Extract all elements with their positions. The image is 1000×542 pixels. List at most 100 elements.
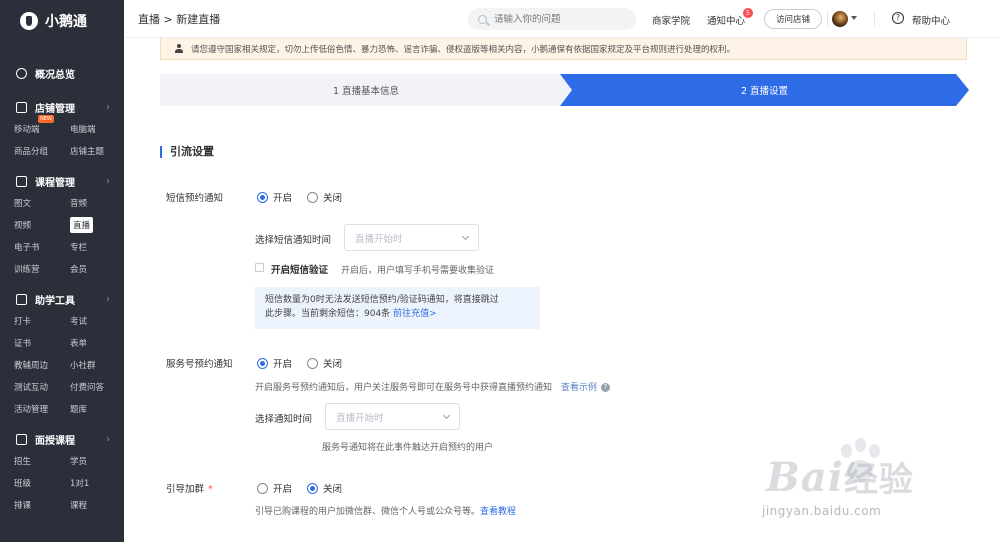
group-guide-off-radio[interactable]: 关闭 xyxy=(307,481,342,495)
watermark-url: jingyan.baidu.com xyxy=(762,504,882,518)
sidebar-group-course[interactable]: 课程管理 › xyxy=(0,170,124,192)
chevron-down-icon xyxy=(442,411,451,420)
sms-info-box: 短信数量为0时无法发送短信预约/验证码通知，将直接跳过 此步骤。当前剩余短信：9… xyxy=(255,287,540,329)
required-mark: * xyxy=(208,484,213,495)
tools-icon xyxy=(16,293,27,305)
divider xyxy=(827,12,828,26)
sidebar-item-quiz[interactable]: 测试互动 xyxy=(14,376,70,398)
dashboard-icon xyxy=(16,67,27,79)
merchant-academy-link[interactable]: 商家学院 xyxy=(652,13,690,27)
sidebar-item-overview[interactable]: 概况总览 xyxy=(0,62,124,84)
sidebar-item-lessons[interactable]: 课程 xyxy=(70,494,124,516)
chevron-right-icon: › xyxy=(106,433,110,445)
avatar[interactable] xyxy=(832,11,848,27)
sidebar-group-store[interactable]: 店铺管理 › xyxy=(0,96,124,118)
radio-checked-icon xyxy=(257,191,268,203)
sidebar-item-certificate[interactable]: 证书 xyxy=(14,332,70,354)
sidebar-item-activity[interactable]: 活动管理 xyxy=(14,398,70,420)
sms-notice-off-radio[interactable]: 关闭 xyxy=(307,190,342,204)
search-icon xyxy=(478,14,487,24)
service-time-select[interactable]: 直播开始时 xyxy=(325,403,460,430)
sidebar-item-enroll[interactable]: 招生 xyxy=(14,450,70,472)
radio-unchecked-icon xyxy=(257,482,268,494)
question-icon[interactable]: ? xyxy=(600,383,610,392)
chevron-down-icon xyxy=(461,232,470,241)
sms-time-label: 选择短信通知时间 xyxy=(255,235,332,246)
sms-time-select[interactable]: 直播开始时 xyxy=(344,224,479,251)
sidebar-item-community[interactable]: 小社群 xyxy=(70,354,124,376)
sidebar-item-question-bank[interactable]: 题库 xyxy=(70,398,124,420)
service-notice-on-radio[interactable]: 开启 xyxy=(257,356,292,370)
sms-verify-label: 开启短信验证 xyxy=(271,265,329,276)
help-icon[interactable]: ? xyxy=(892,12,904,24)
sidebar-group-label: 助学工具 xyxy=(35,295,75,307)
sidebar-item-article[interactable]: 图文 xyxy=(14,192,70,214)
help-center-link[interactable]: 帮助中心 xyxy=(912,13,950,27)
chevron-right-icon: › xyxy=(106,175,110,187)
sidebar-item-pc[interactable]: 电脑端 xyxy=(70,118,124,140)
sms-verify-checkbox[interactable] xyxy=(255,263,264,272)
sidebar-item-ebook[interactable]: 电子书 xyxy=(14,236,70,258)
sms-verify-desc: 开启后，用户填写手机号需要收集验证 xyxy=(341,266,495,276)
sidebar-item-member[interactable]: 会员 xyxy=(70,258,124,280)
group-guide-on-radio[interactable]: 开启 xyxy=(257,481,292,495)
classroom-icon xyxy=(16,433,27,445)
sidebar-item-paid-qa[interactable]: 付费问答 xyxy=(70,376,124,398)
app-logo[interactable]: 小鹅通 xyxy=(0,0,124,42)
sidebar: 小鹅通 概况总览 店铺管理 › 移动端 NEW 电脑端 商品分组 店铺主题 课程管… xyxy=(0,0,124,542)
sidebar-item-merch[interactable]: 教辅周边 xyxy=(14,354,70,376)
sidebar-item-one-on-one[interactable]: 1对1 xyxy=(70,472,124,494)
sidebar-item-form[interactable]: 表单 xyxy=(70,332,124,354)
sidebar-item-store-theme[interactable]: 店铺主题 xyxy=(70,140,124,162)
sidebar-item-schedule[interactable]: 排课 xyxy=(14,494,70,516)
radio-unchecked-icon xyxy=(307,191,318,203)
baidu-watermark: Bai经验 jingyan.baidu.com xyxy=(760,432,960,522)
search-input[interactable] xyxy=(494,13,624,25)
sidebar-item-live[interactable]: 直播 xyxy=(70,214,124,236)
sidebar-item-camp[interactable]: 训练营 xyxy=(14,258,70,280)
service-notice-label: 服务号预约通知 xyxy=(166,359,233,370)
visit-store-button[interactable]: 访问店铺 xyxy=(764,9,822,29)
sidebar-item-class[interactable]: 班级 xyxy=(14,472,70,494)
sidebar-group-label: 面授课程 xyxy=(35,435,75,447)
sidebar-item-audio[interactable]: 音频 xyxy=(70,192,124,214)
service-time-label: 选择通知时间 xyxy=(255,414,313,425)
service-notice-off-radio[interactable]: 关闭 xyxy=(307,356,342,370)
sidebar-item-column[interactable]: 专栏 xyxy=(70,236,124,258)
view-example-link[interactable]: 查看示例 xyxy=(561,383,597,393)
sms-notice-on-radio[interactable]: 开启 xyxy=(257,190,292,204)
step-basic-info[interactable]: 1 直播基本信息 xyxy=(160,74,572,106)
sms-notice-label: 短信预约通知 xyxy=(166,193,224,204)
caret-down-icon[interactable] xyxy=(851,16,857,20)
group-guide-label: 引导加群 * xyxy=(166,484,213,495)
store-icon xyxy=(16,101,27,113)
sms-info-line1: 短信数量为0时无法发送短信预约/验证码通知，将直接跳过 xyxy=(265,295,499,305)
step-live-settings[interactable]: 2 直播设置 xyxy=(560,74,969,106)
service-trigger-desc: 服务号通知将在此事件触达开启预约的用户 xyxy=(322,443,494,453)
sidebar-item-exam[interactable]: 考试 xyxy=(70,310,124,332)
new-badge: NEW xyxy=(38,115,54,123)
watermark-brand: Bai经验 xyxy=(766,454,914,501)
sms-info-line2: 此步骤。当前剩余短信：904条 xyxy=(265,309,391,319)
course-icon xyxy=(16,175,27,187)
breadcrumb: 直播 > 新建直播 xyxy=(138,12,221,26)
view-tutorial-link[interactable]: 查看教程 xyxy=(480,507,516,517)
sidebar-item-product-group[interactable]: 商品分组 xyxy=(14,140,70,162)
app-name: 小鹅通 xyxy=(45,14,87,30)
sidebar-item-label: 概况总览 xyxy=(35,69,75,81)
group-guide-desc: 引导已购课程的用户加微信群、微信个人号或公众号等。查看教程 xyxy=(255,507,517,517)
sidebar-group-label: 课程管理 xyxy=(35,177,75,189)
search-box[interactable] xyxy=(468,8,636,30)
sidebar-item-video[interactable]: 视频 xyxy=(14,214,70,236)
sidebar-group-tools[interactable]: 助学工具 › xyxy=(0,288,124,310)
sidebar-item-checkin[interactable]: 打卡 xyxy=(14,310,70,332)
sidebar-item-mobile[interactable]: 移动端 NEW xyxy=(14,115,70,140)
goose-logo-icon xyxy=(20,12,38,30)
sidebar-group-label: 店铺管理 xyxy=(35,103,75,115)
radio-checked-icon xyxy=(257,357,268,369)
sidebar-group-offline[interactable]: 面授课程 › xyxy=(0,428,124,450)
user-icon xyxy=(175,44,183,53)
recharge-link[interactable]: 前往充值> xyxy=(393,309,437,319)
notice-center-link[interactable]: 通知中心 xyxy=(707,13,745,27)
sidebar-item-students[interactable]: 学员 xyxy=(70,450,124,472)
